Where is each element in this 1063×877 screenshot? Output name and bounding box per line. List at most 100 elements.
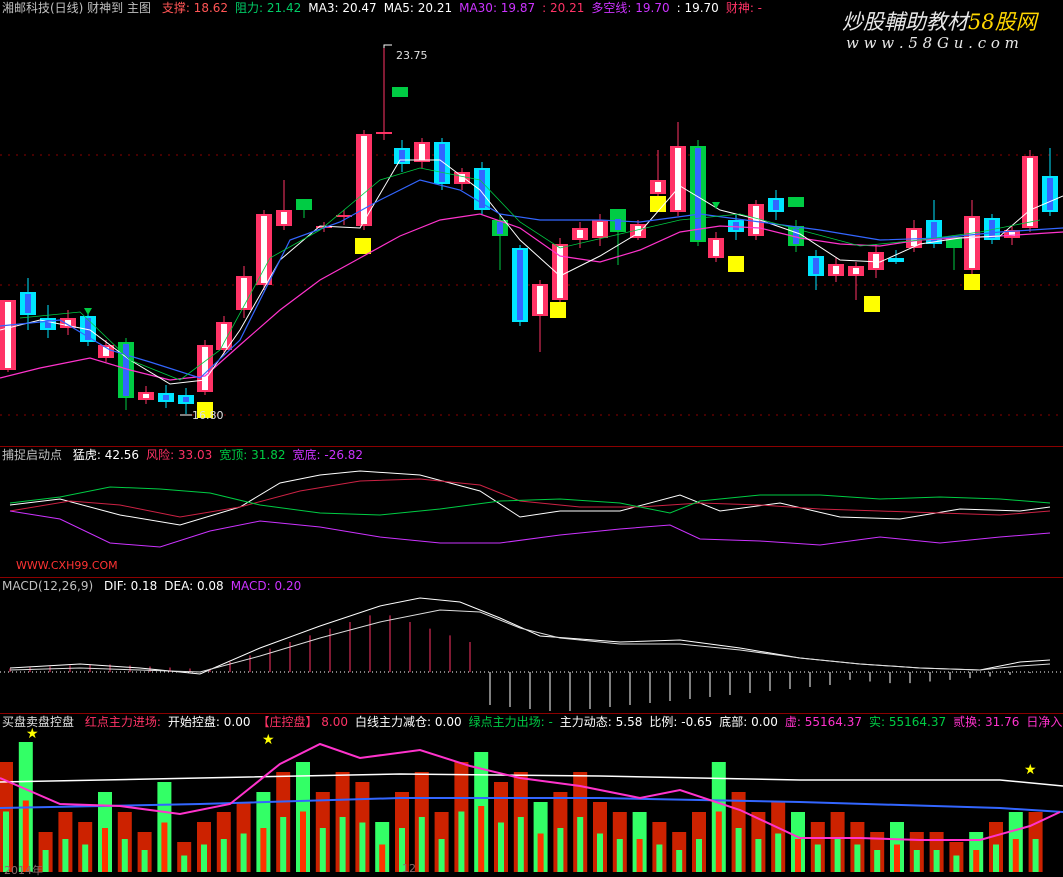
candle-body-highlight <box>577 230 583 238</box>
main-chart-panel[interactable]: 湘邮科技(日线) 财神到 主图 支撑: 18.62 阻力: 21.42 MA3: 2… <box>0 0 1063 446</box>
candle-body-highlight <box>537 286 543 314</box>
star-icon: ★ <box>1024 762 1037 778</box>
candlestick-chart: 23.75 16.80 <box>0 44 1063 422</box>
candle-body-highlight <box>713 240 719 256</box>
candle-body-highlight <box>419 144 425 160</box>
signal-marker-yellow <box>355 238 371 254</box>
candle-body-highlight <box>221 324 227 348</box>
volume-bar-inner <box>597 833 603 872</box>
volume-bar-inner <box>62 839 69 872</box>
wide-bottom-line <box>9 510 1051 548</box>
volume-bar-inner <box>438 839 445 872</box>
volume-bar-inner <box>319 828 326 872</box>
volume-bar-inner <box>102 828 108 872</box>
volume-bar-inner <box>220 839 227 872</box>
volume-bar-inner <box>755 839 762 872</box>
signal-marker-yellow <box>864 296 880 312</box>
star-icon: ★ <box>26 726 39 742</box>
volume-bar-inner <box>814 844 821 872</box>
candle-body-highlight <box>675 148 681 210</box>
volume-bar-inner <box>517 817 524 872</box>
high-price-label: 23.75 <box>396 49 428 62</box>
volume-bar-inner <box>359 822 366 872</box>
volume-bar-inner <box>379 844 386 872</box>
indicator-panel[interactable]: 捕捉启动点 猛虎: 42.56 风险: 33.03 宽顶: 31.82 宽底: -26… <box>0 447 1063 577</box>
candle-body-highlight <box>202 347 208 390</box>
volume-bar-inner <box>1012 839 1019 872</box>
volume-bar-inner <box>82 844 89 872</box>
volume-bar-inner <box>953 855 960 872</box>
candle-body-highlight <box>163 395 169 400</box>
candle-body-highlight <box>695 148 701 240</box>
volume-bar-inner <box>676 850 683 872</box>
volume-bar-inner <box>993 844 999 872</box>
candle-body-highlight <box>1047 178 1053 210</box>
volume-bar-inner <box>201 844 207 872</box>
candle-body-highlight <box>911 230 917 246</box>
volume-bar-inner <box>577 817 584 872</box>
volume-chart: ★ ★ ★ <box>0 726 1063 872</box>
volume-bar-inner <box>121 839 128 872</box>
macd-chart <box>0 597 1063 711</box>
volume-bar-inner <box>537 833 544 872</box>
high-pointer <box>383 44 392 48</box>
volume-bar-inner <box>141 850 148 872</box>
volume-bar-inner <box>715 811 722 872</box>
candle-body-highlight <box>25 294 31 313</box>
volume-bar-inner <box>42 850 49 872</box>
candle-body-highlight <box>733 222 739 230</box>
volume-panel[interactable]: 买盘卖盘控盘 红点主力进场: 开始控盘: 0.00 【庄控盘】 8.00 白线主力减仓… <box>0 714 1063 877</box>
signal-marker-green <box>610 209 626 219</box>
candle-body-highlight <box>969 218 975 268</box>
volume-bar-inner <box>300 811 306 872</box>
signal-marker-green <box>392 87 408 97</box>
volume-bar-inner <box>1032 839 1039 872</box>
volume-bar-inner <box>458 811 465 872</box>
volume-bar-inner <box>498 822 504 872</box>
signal-marker-yellow <box>650 196 666 212</box>
volume-bar-inner <box>933 850 940 872</box>
volume-bar-inner <box>775 833 782 872</box>
volume-bar-inner <box>913 850 920 872</box>
indicator-lines <box>9 470 1051 548</box>
volume-bar-inner <box>874 850 881 872</box>
signal-marker-yellow <box>964 274 980 290</box>
candle-body-highlight <box>361 136 367 224</box>
volume-bar-inner <box>636 839 643 872</box>
volume-bar-inner <box>795 839 801 872</box>
support-line <box>19 167 1041 381</box>
low-price-label: 16.80 <box>192 409 224 422</box>
volume-bar-inner <box>260 828 267 872</box>
candle-body <box>888 258 904 262</box>
arrow-icon <box>84 308 92 315</box>
volume-bar-inner <box>418 817 425 872</box>
candle-body-highlight <box>281 212 287 224</box>
stock-chart-window: 湘邮科技(日线) 财神到 主图 支撑: 18.62 阻力: 21.42 MA3: 2… <box>0 0 1063 877</box>
signal-marker-green <box>296 199 312 209</box>
candle-body-highlight <box>497 222 503 234</box>
volume-bar-inner <box>181 855 188 872</box>
candle-body-highlight <box>853 268 859 274</box>
candle-body-highlight <box>143 394 149 398</box>
candle-body-highlight <box>241 278 247 308</box>
volume-bar-inner <box>240 833 247 872</box>
candle-body <box>376 132 392 134</box>
candle-body-highlight <box>813 258 819 274</box>
candle-body-highlight <box>655 182 661 192</box>
volume-bar-inner <box>557 828 564 872</box>
wide-top-line <box>9 486 1051 516</box>
volume-bar-inner <box>894 844 900 872</box>
signal-marker-yellow <box>550 302 566 318</box>
risk-line <box>9 478 1051 518</box>
star-icon: ★ <box>262 732 275 748</box>
volume-bar-inner <box>616 839 623 872</box>
x-axis-label-year: 2014年 <box>4 864 43 877</box>
ma3-line <box>0 159 1063 385</box>
dea-line <box>9 609 1051 673</box>
x-axis-label-month: 12 <box>402 862 416 875</box>
signal-marker-green <box>788 197 804 207</box>
candle-body-highlight <box>1027 158 1033 226</box>
macd-panel[interactable]: MACD(12,26,9) DIF: 0.18 DEA: 0.08 MACD: 0.… <box>0 578 1063 713</box>
volume-bar-inner <box>339 817 346 872</box>
volume-bar-inner <box>696 839 702 872</box>
